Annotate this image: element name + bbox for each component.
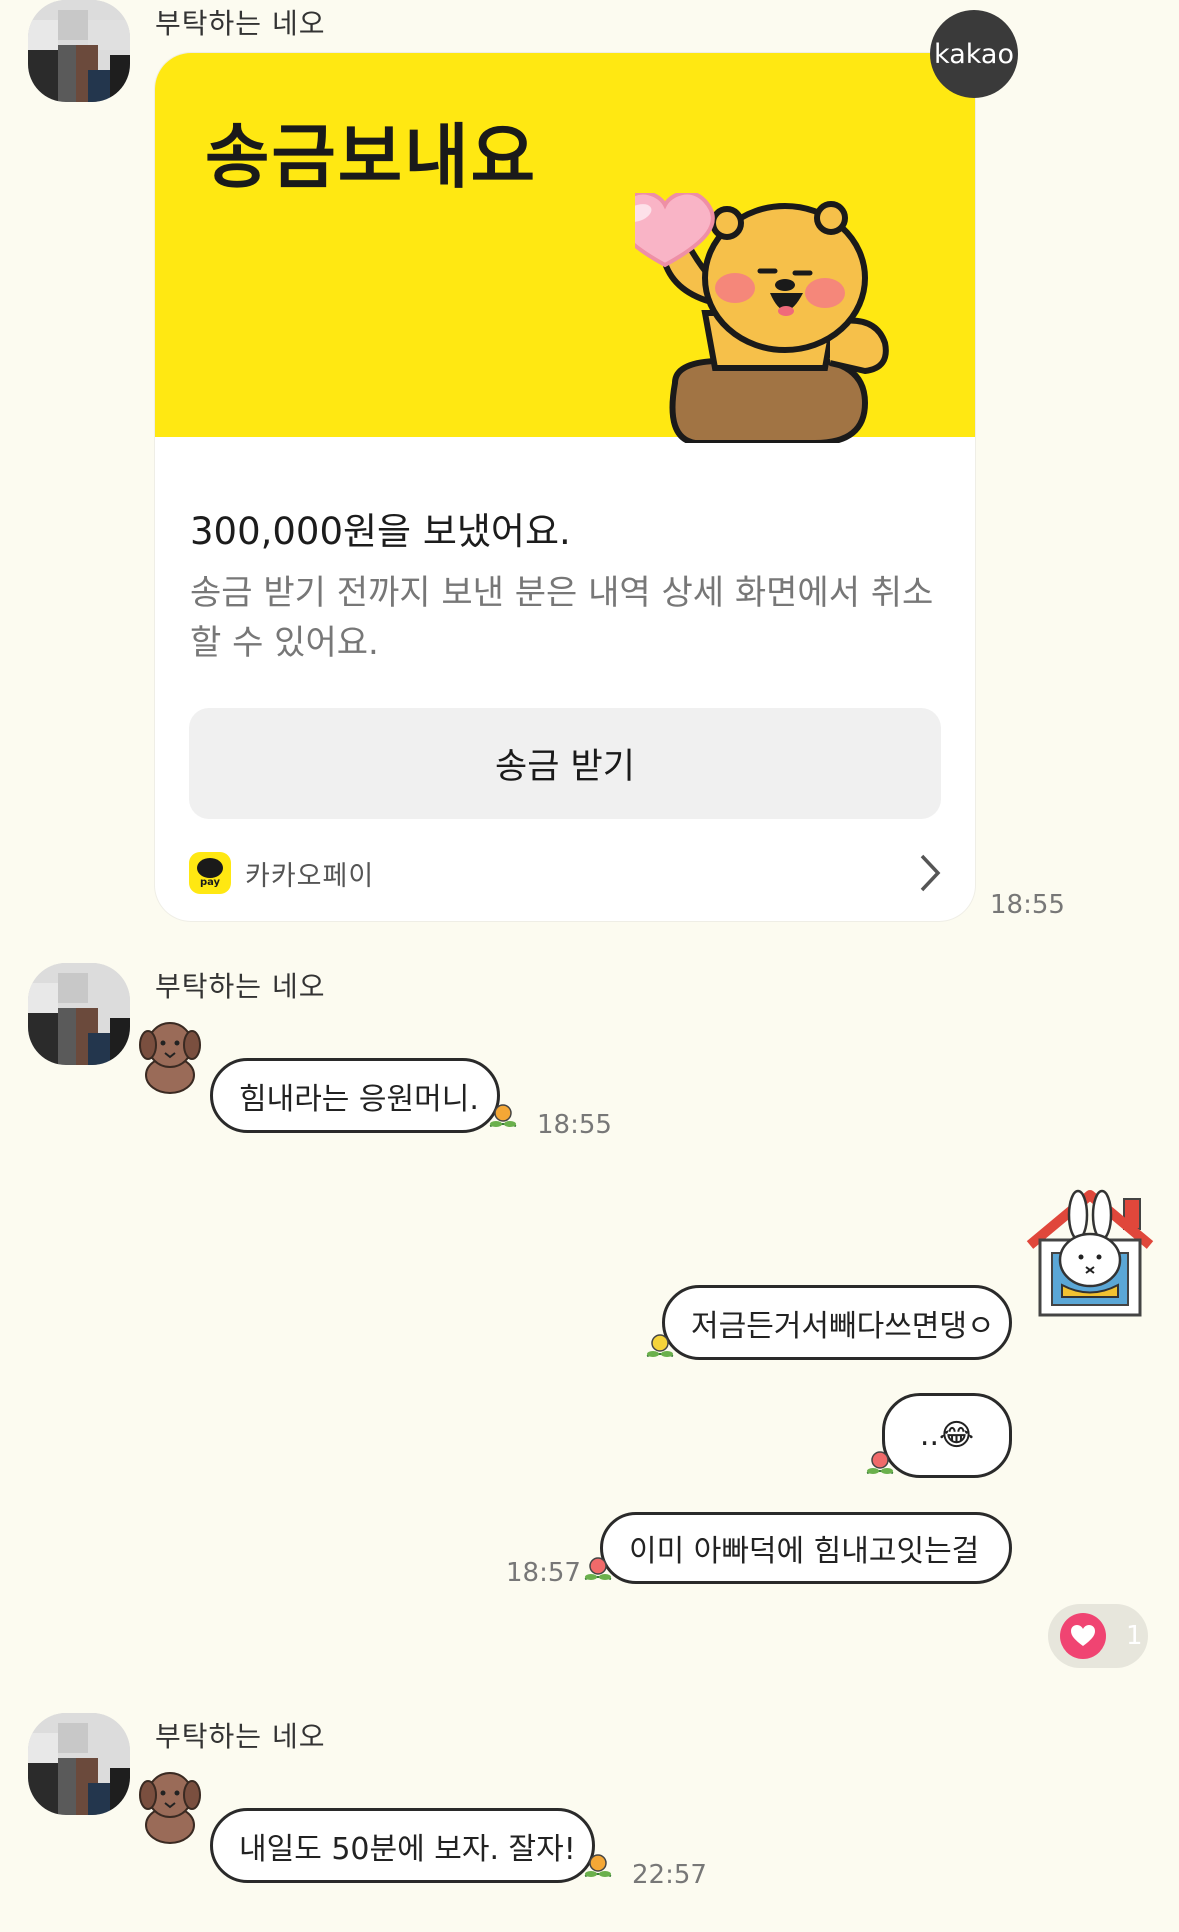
kakaopay-footer[interactable]: pay 카카오페이 (189, 848, 941, 898)
character-illustration (635, 193, 889, 443)
card-banner: 송금보내요 (155, 53, 975, 443)
kakaopay-logo-icon: pay (189, 852, 231, 894)
chat-screen: 부탁하는 네오 송금보내요 300,000원을 보냈어요. 송금 받기 전까지 … (0, 0, 1179, 1932)
transfer-description: 송금 받기 전까지 보낸 분은 내역 상세 화면에서 취소할 수 있어요. (190, 573, 934, 663)
reaction-count: 1 (1126, 1621, 1143, 1651)
heart-reaction[interactable]: 1 (1048, 1604, 1148, 1668)
blurred-photo (28, 1713, 130, 1815)
sender-name: 부탁하는 네오 (155, 7, 326, 40)
message-time: 22:57 (632, 1860, 707, 1890)
receive-transfer-button[interactable]: 송금 받기 (189, 708, 941, 819)
my-message-bubble[interactable]: ..😂 (882, 1393, 1012, 1478)
blurred-photo (28, 0, 130, 102)
avatar[interactable] (28, 963, 130, 1065)
kakao-badge: kakao (930, 10, 1018, 98)
flower-icon (584, 1854, 612, 1877)
transfer-amount: 300,000원을 보냈어요. (190, 510, 571, 553)
flower-icon (646, 1334, 674, 1357)
message-time: 18:57 (506, 1558, 581, 1588)
flower-icon (584, 1557, 612, 1580)
card-title: 송금보내요 (205, 116, 537, 198)
sender-name: 부탁하는 네오 (155, 970, 326, 1003)
flower-icon (489, 1104, 517, 1127)
transfer-card[interactable]: 송금보내요 300,000원을 보냈어요. 송금 받기 전까지 보낸 분은 내역… (155, 53, 975, 921)
my-message-bubble[interactable]: 이미 아빠덕에 힘내고잇는걸 (600, 1512, 1012, 1584)
miffy-house-sticker-icon (1026, 1189, 1154, 1317)
puppy-sticker-icon (139, 1022, 201, 1094)
message-time: 18:55 (537, 1110, 612, 1140)
message-bubble[interactable]: 내일도 50분에 보자. 잘자! (210, 1808, 595, 1883)
sender-name: 부탁하는 네오 (155, 1720, 326, 1753)
heart-icon (1060, 1613, 1106, 1659)
avatar[interactable] (28, 1713, 130, 1815)
my-message-bubble[interactable]: 저금든거서빼다쓰면댕ㅇ (662, 1285, 1012, 1360)
flower-icon (866, 1451, 894, 1474)
puppy-sticker-icon (139, 1772, 201, 1844)
blurred-photo (28, 963, 130, 1065)
provider-label: 카카오페이 (245, 860, 375, 892)
message-bubble[interactable]: 힘내라는 응원머니. (210, 1058, 500, 1133)
chevron-right-icon (920, 854, 941, 892)
message-time: 18:55 (990, 890, 1065, 920)
avatar[interactable] (28, 0, 130, 102)
